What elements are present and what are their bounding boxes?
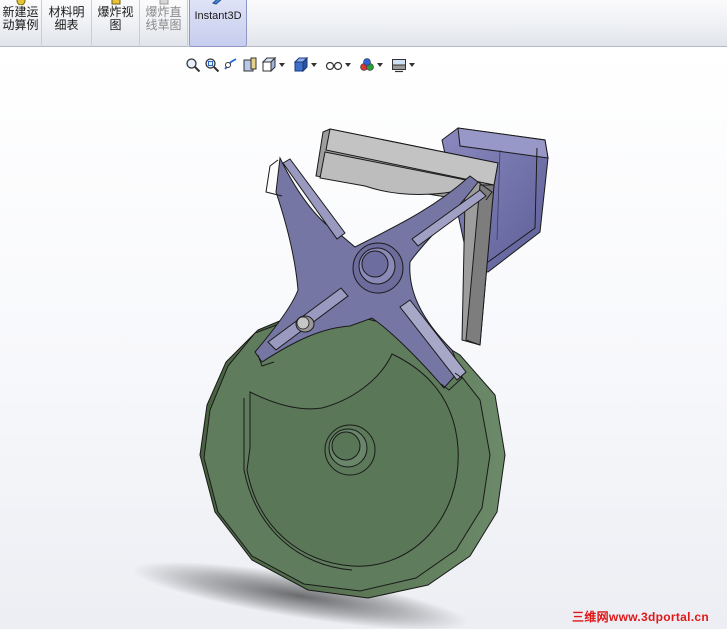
zoom-to-area-button[interactable]: [204, 57, 220, 73]
instant3d-icon: [212, 0, 222, 5]
exploded-view-label-2: 图: [109, 18, 122, 32]
exploded-view-icon: [111, 0, 120, 5]
previous-view-button[interactable]: [223, 57, 239, 73]
hide-show-items-icon: [325, 61, 343, 71]
section-view-icon: [243, 57, 257, 72]
command-manager-ribbon: 新建运 动算例 材料明 细表 爆炸视 图 爆炸直 线草图 Instant3D: [0, 0, 727, 47]
motion-study-icon: [16, 0, 25, 5]
edit-appearance-icon: [360, 58, 374, 71]
view-orientation-button[interactable]: [261, 57, 290, 73]
zoom-to-fit-button[interactable]: [185, 57, 201, 73]
heads-up-view-toolbar: [185, 55, 420, 75]
hide-show-items-button[interactable]: [325, 57, 356, 73]
apply-scene-icon: [392, 59, 406, 73]
drive-pin[interactable]: [295, 315, 315, 333]
section-view-button[interactable]: [242, 57, 258, 73]
new-motion-study-label-2: 动算例: [2, 18, 39, 32]
exploded-view-button[interactable]: 爆炸视 图: [92, 0, 140, 47]
graphics-area[interactable]: [0, 48, 727, 629]
zoom-to-fit-icon: [186, 58, 201, 73]
display-style-icon: [293, 57, 309, 73]
new-motion-study-button[interactable]: 新建运 动算例: [0, 0, 42, 47]
previous-view-icon: [224, 58, 237, 70]
view-orientation-icon: [261, 57, 277, 73]
bill-of-materials-button[interactable]: 材料明 细表: [42, 0, 92, 47]
instant3d-label: Instant3D: [194, 10, 242, 22]
bill-of-materials-label-2: 细表: [54, 18, 79, 32]
display-style-button[interactable]: [293, 57, 322, 73]
instant3d-button[interactable]: Instant3D: [189, 0, 247, 47]
explode-line-sketch-icon: [159, 0, 168, 5]
explode-line-sketch-label-2: 线草图: [145, 18, 182, 32]
watermark-text: 三维网www.3dportal.cn: [572, 610, 709, 624]
zoom-to-area-icon: [205, 58, 220, 73]
model-view[interactable]: [0, 48, 727, 629]
explode-line-sketch-button[interactable]: 爆炸直 线草图: [140, 0, 188, 47]
apply-scene-button[interactable]: [391, 57, 420, 73]
edit-appearance-button[interactable]: [359, 57, 388, 73]
